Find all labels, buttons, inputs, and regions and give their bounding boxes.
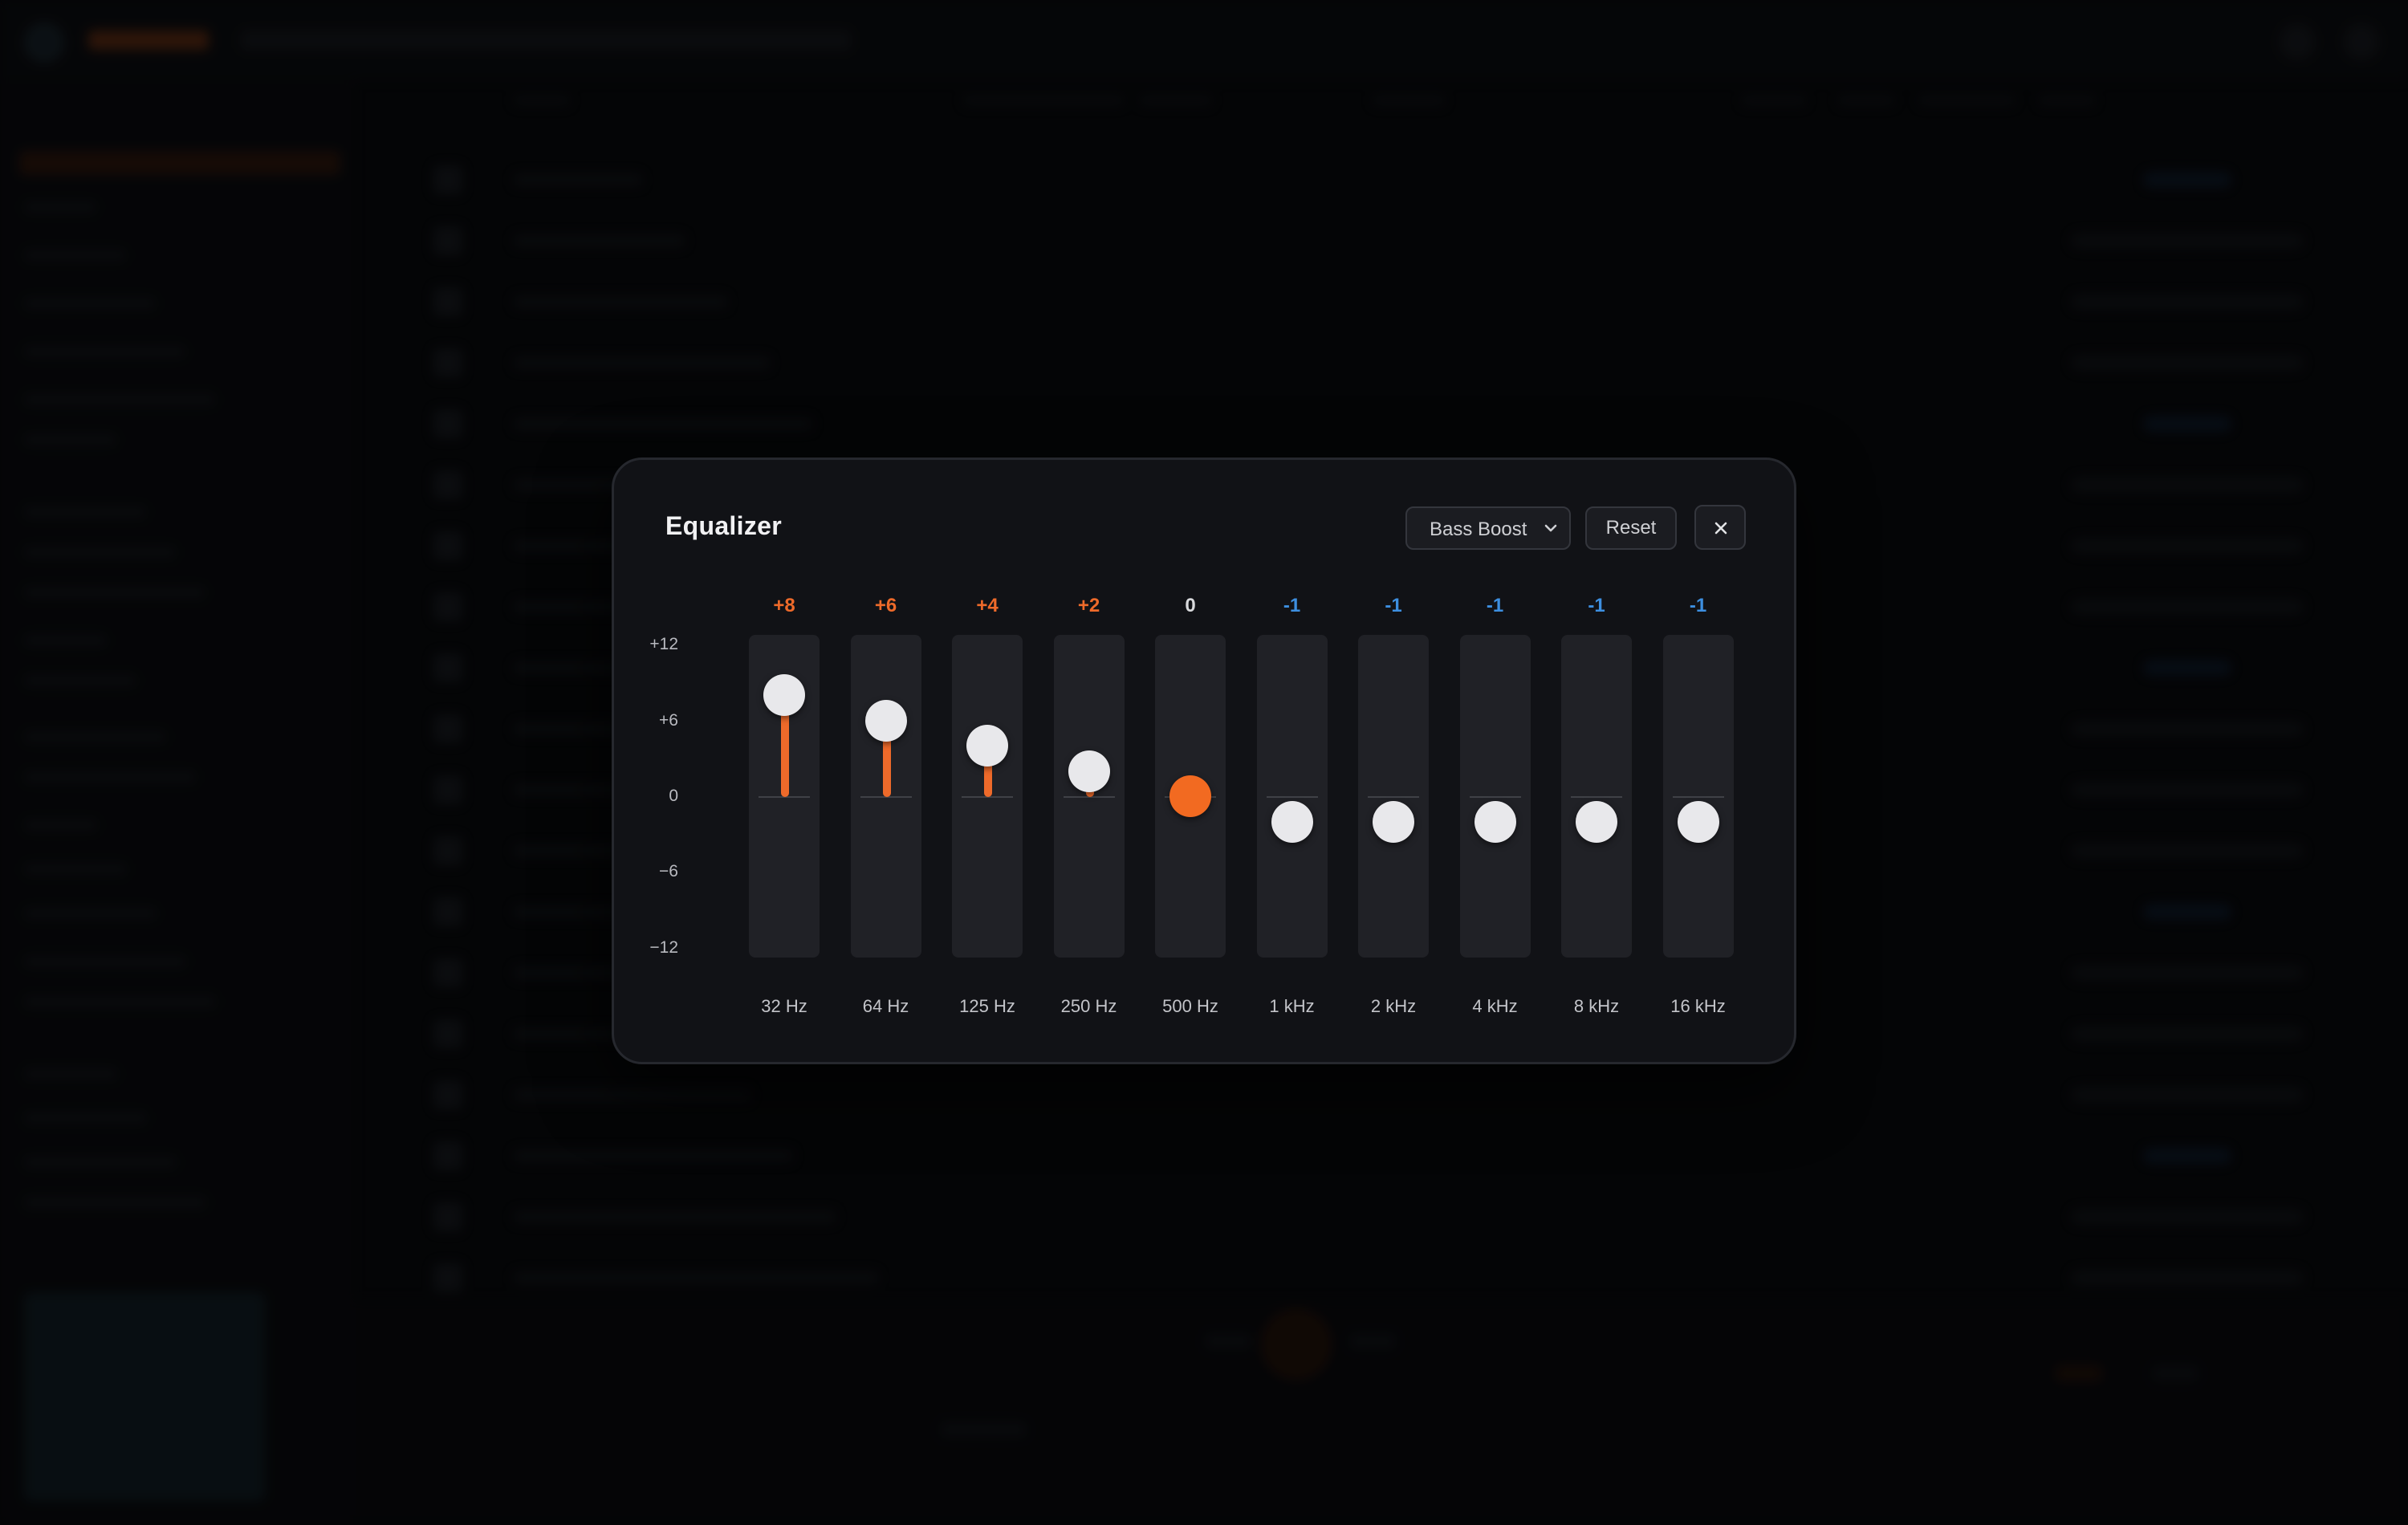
band-gain-value: -1 [1385,595,1402,616]
band-slider-knob[interactable] [1474,800,1516,843]
close-icon [1714,522,1727,535]
eq-band: -1 16 kHz [1662,595,1734,1044]
axis-tick-label: +6 [659,710,678,730]
zero-line [1368,796,1419,798]
band-gain-value: +8 [773,595,795,616]
axis-tick-label: −6 [659,862,678,881]
axis-tick-label: +12 [649,635,678,654]
band-frequency-label: 4 kHz [1472,996,1518,1016]
band-gain-value: +4 [976,595,999,616]
band-slider-knob[interactable] [1271,800,1313,843]
band-frequency-label: 1 kHz [1269,996,1315,1016]
band-slider-knob[interactable] [763,674,805,717]
axis-tick-label: 0 [669,787,678,805]
eq-band: 0 500 Hz [1155,595,1226,1044]
preset-select[interactable]: Bass Boost [1405,506,1571,550]
close-button[interactable] [1694,505,1746,550]
axis-tick-label: −12 [649,937,678,957]
zero-line [1672,796,1724,798]
eq-band: +8 32 Hz [749,595,820,1044]
band-frequency-label: 125 Hz [959,996,1015,1016]
band-gain-value: -1 [1283,595,1301,616]
band-frequency-label: 32 Hz [761,996,807,1016]
zero-line [1469,796,1521,798]
chevron-down-icon [1544,524,1557,532]
band-frequency-label: 16 kHz [1670,996,1726,1016]
eq-band: -1 8 kHz [1561,595,1632,1044]
zero-line [1571,796,1622,798]
eq-band: +4 125 Hz [952,595,1023,1044]
band-frequency-label: 250 Hz [1060,996,1117,1016]
eq-band: -1 4 kHz [1459,595,1531,1044]
eq-band: +2 250 Hz [1053,595,1125,1044]
band-slider-knob[interactable] [1373,800,1414,843]
band-slider-knob[interactable] [1068,750,1110,792]
eq-band: -1 2 kHz [1358,595,1429,1044]
band-gain-value: 0 [1185,595,1196,616]
band-slider-knob[interactable] [966,725,1008,767]
band-gain-value: -1 [1588,595,1605,616]
band-slider-knob[interactable] [1169,775,1211,817]
reset-button[interactable]: Reset [1585,506,1677,550]
band-frequency-label: 500 Hz [1162,996,1218,1016]
band-slider-knob[interactable] [1677,800,1719,843]
eq-band: -1 1 kHz [1256,595,1328,1044]
band-frequency-label: 64 Hz [862,996,909,1016]
preset-select-value: Bass Boost [1430,518,1527,540]
equalizer-dialog: Equalizer Bass Boost Reset +12 +6 0 −6 −12 +… [612,458,1796,1064]
eq-band: +6 64 Hz [850,595,921,1044]
dialog-title: Equalizer [665,511,782,540]
band-gain-value: +2 [1077,595,1100,616]
band-gain-value: +6 [874,595,897,616]
band-slider-knob[interactable] [864,699,907,742]
band-frequency-label: 2 kHz [1370,996,1417,1016]
band-slider-knob[interactable] [1576,800,1617,843]
band-frequency-label: 8 kHz [1573,996,1620,1016]
band-gain-value: -1 [1689,595,1707,616]
zero-line [1266,796,1318,798]
band-gain-value: -1 [1486,595,1504,616]
